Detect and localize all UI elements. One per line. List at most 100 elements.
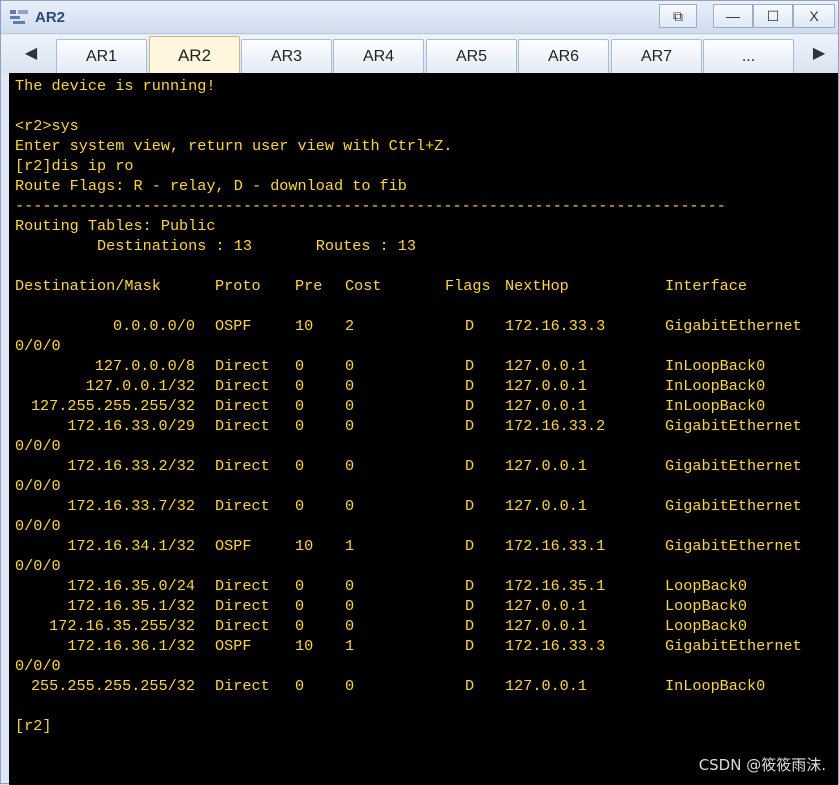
tab-ar7[interactable]: AR7 [611, 39, 702, 73]
route-pre-cell: 0 [295, 377, 305, 395]
route-proto-cell: OSPF [215, 637, 252, 655]
route-nexthop-cell: 172.16.33.2 [505, 417, 606, 435]
route-dest-cell: 0.0.0.0/0 [112, 317, 195, 335]
route-nexthop-cell: 127.0.0.1 [505, 397, 588, 415]
route-pre-cell: 10 [295, 637, 314, 655]
route-flags-cell: D [465, 577, 475, 595]
maximize-button[interactable]: ☐ [753, 4, 793, 28]
route-proto-cell: OSPF [215, 537, 252, 555]
tab-ar2[interactable]: AR2 [149, 36, 240, 73]
tab-ar4[interactable]: AR4 [333, 39, 424, 73]
route-pre-cell: 0 [295, 597, 305, 615]
route-flags-cell: D [465, 597, 475, 615]
route-proto-cell: Direct [215, 497, 270, 515]
header-pre: Pre [295, 277, 323, 295]
route-nexthop-cell: 172.16.33.3 [505, 637, 606, 655]
tab-scroll-right-button[interactable]: ▶ [803, 38, 835, 70]
restore-icon: ⧉ [673, 8, 683, 24]
route-iface-cell: InLoopBack0 [665, 677, 766, 695]
minimize-icon: — [726, 8, 740, 24]
tab-ar6[interactable]: AR6 [518, 39, 609, 73]
minimize-button[interactable]: — [713, 4, 753, 28]
route-cost-cell: 0 [345, 597, 355, 615]
header-interface: Interface [665, 277, 748, 295]
route-cost-cell: 0 [345, 417, 355, 435]
route-cost-cell: 2 [345, 317, 355, 335]
route-dest-cell: 172.16.35.0/24 [67, 577, 195, 595]
tab-ar1[interactable]: AR1 [56, 39, 147, 73]
route-interface-wrap: 0/0/0 [15, 557, 61, 575]
console-line: Routing Tables: Public [15, 217, 216, 235]
route-nexthop-cell: 127.0.0.1 [505, 497, 588, 515]
network-device-icon [10, 10, 28, 24]
route-flags-cell: D [465, 417, 475, 435]
route-flags-cell: D [465, 357, 475, 375]
route-nexthop-cell: 127.0.0.1 [505, 357, 588, 375]
arrow-right-icon: ▶ [812, 45, 826, 62]
route-pre-cell: 0 [295, 417, 305, 435]
route-proto-cell: Direct [215, 357, 270, 375]
console-line: [r2]dis ip ro [15, 157, 134, 175]
route-dest-cell: 255.255.255.255/32 [30, 677, 195, 695]
route-cost-cell: 0 [345, 457, 355, 475]
tab-ar3[interactable]: AR3 [241, 39, 332, 73]
route-flags-cell: D [465, 457, 475, 475]
route-iface-cell: InLoopBack0 [665, 357, 766, 375]
route-flags-cell: D [465, 617, 475, 635]
route-nexthop-cell: 127.0.0.1 [505, 597, 588, 615]
window-title: AR2 [35, 9, 66, 26]
route-interface-wrap: 0/0/0 [15, 517, 61, 535]
route-proto-cell: Direct [215, 377, 270, 395]
watermark: CSDN @筱筱雨沫. [698, 756, 826, 774]
route-iface-cell: LoopBack0 [665, 617, 748, 635]
console-line: The device is running! [15, 77, 216, 95]
route-nexthop-cell: 127.0.0.1 [505, 677, 588, 695]
route-cost-cell: 0 [345, 617, 355, 635]
console-line: <r2>sys [15, 117, 79, 135]
route-cost-cell: 1 [345, 637, 355, 655]
tab-more[interactable]: ... [703, 39, 794, 73]
route-proto-cell: Direct [215, 417, 270, 435]
route-pre-cell: 0 [295, 457, 305, 475]
route-dest-cell: 127.0.0.1/32 [85, 377, 195, 395]
route-flags-cell: D [465, 637, 475, 655]
route-interface-wrap: 0/0/0 [15, 437, 61, 455]
route-dest-cell: 172.16.33.7/32 [67, 497, 195, 515]
console-line: Route Flags: R - relay, D - download to … [15, 177, 407, 195]
route-interface-wrap: 0/0/0 [15, 477, 61, 495]
route-pre-cell: 0 [295, 497, 305, 515]
route-pre-cell: 0 [295, 357, 305, 375]
header-nexthop: NextHop [505, 277, 569, 295]
route-interface-wrap: 0/0/0 [15, 657, 61, 675]
restore-window-button[interactable]: ⧉ [659, 4, 697, 28]
route-proto-cell: OSPF [215, 317, 252, 335]
route-proto-cell: Direct [215, 617, 270, 635]
route-dest-cell: 172.16.34.1/32 [67, 537, 195, 555]
route-cost-cell: 0 [345, 357, 355, 375]
route-cost-cell: 0 [345, 497, 355, 515]
header-destination-mask: Destination/Mask [15, 277, 161, 295]
route-pre-cell: 10 [295, 317, 314, 335]
arrow-left-icon: ◀ [24, 45, 38, 62]
route-iface-cell: GigabitEthernet [665, 317, 802, 335]
command-prompt[interactable]: [r2] [15, 716, 51, 736]
route-flags-cell: D [465, 397, 475, 415]
console-line: Destinations : 13 Routes : 13 [15, 237, 417, 255]
terminal-console[interactable]: The device is running! <r2>sys Enter sys… [9, 73, 838, 785]
route-pre-cell: 10 [295, 537, 314, 555]
close-button[interactable]: X [793, 4, 835, 28]
route-proto-cell: Direct [215, 577, 270, 595]
route-dest-cell: 172.16.33.2/32 [67, 457, 195, 475]
route-dest-cell: 127.0.0.0/8 [94, 357, 195, 375]
route-iface-cell: LoopBack0 [665, 597, 748, 615]
route-nexthop-cell: 127.0.0.1 [505, 457, 588, 475]
device-tab-strip: ◀ AR1 AR2 AR3 AR4 AR5 AR6 AR7 ... ▶ [1, 35, 838, 73]
terminal-window: AR2 ⧉ — ☐ X ◀ AR1 AR2 AR3 AR4 AR5 AR6 AR… [0, 0, 839, 785]
close-icon: X [809, 8, 819, 24]
route-nexthop-cell: 127.0.0.1 [505, 617, 588, 635]
route-nexthop-cell: 127.0.0.1 [505, 377, 588, 395]
route-dest-cell: 127.255.255.255/32 [30, 397, 195, 415]
tab-scroll-left-button[interactable]: ◀ [15, 38, 47, 70]
tab-ar5[interactable]: AR5 [426, 39, 517, 73]
console-line: Enter system view, return user view with… [15, 137, 453, 155]
